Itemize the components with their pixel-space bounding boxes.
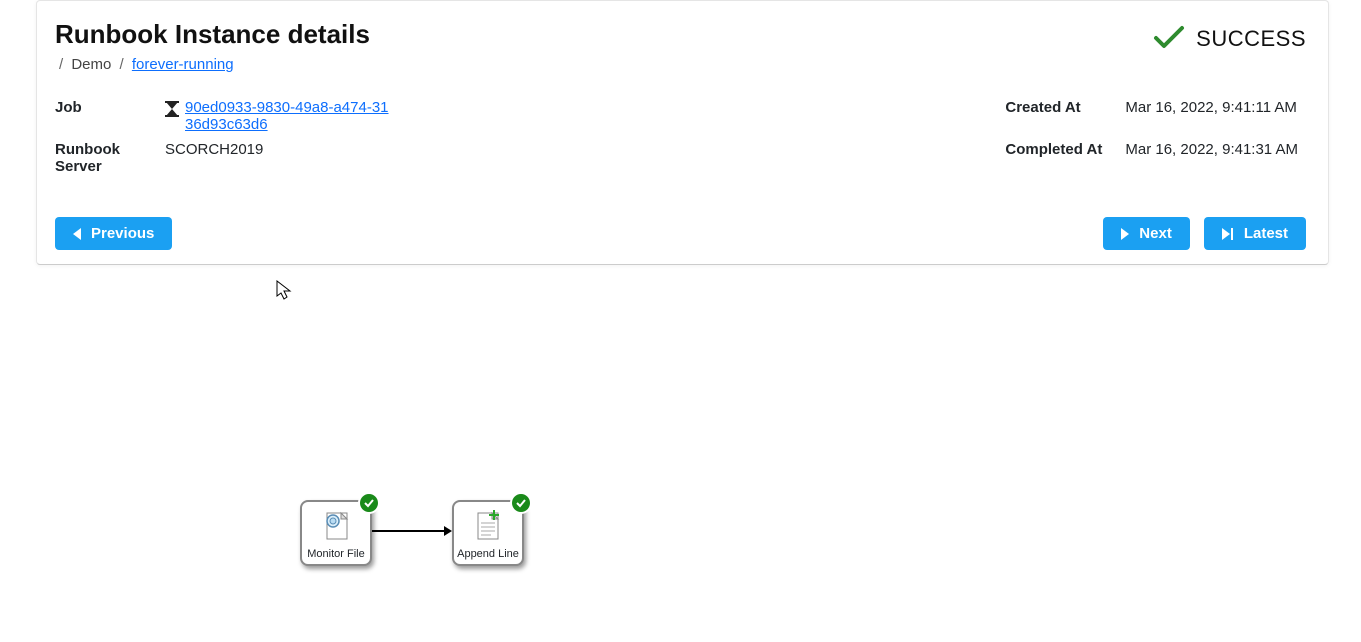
job-id-link[interactable]: 90ed0933-9830-49a8-a474-3136d93c63d6 — [185, 99, 395, 133]
check-icon — [1152, 23, 1186, 54]
activity-label: Append Line — [457, 548, 519, 560]
created-value: Mar 16, 2022, 9:41:11 AM — [1125, 95, 1306, 137]
details-left: Job 90ed0933-9830-49a8-a474-3136d93c63d6… — [55, 95, 403, 179]
hourglass-icon — [165, 101, 179, 121]
previous-button[interactable]: Previous — [55, 217, 172, 250]
created-label: Created At — [1005, 95, 1125, 137]
latest-label: Latest — [1244, 225, 1288, 242]
arrow-right-icon — [1121, 228, 1129, 240]
status-text: SUCCESS — [1196, 26, 1306, 52]
status-check-icon — [358, 492, 380, 514]
activity-monitor-file[interactable]: Monitor File — [300, 500, 372, 566]
previous-label: Previous — [91, 225, 154, 242]
activity-append-line[interactable]: Append Line — [452, 500, 524, 566]
details-right: Created At Mar 16, 2022, 9:41:11 AM Comp… — [1005, 95, 1306, 179]
arrow-left-icon — [73, 228, 81, 240]
connector-arrow-icon — [444, 526, 452, 536]
next-label: Next — [1139, 225, 1172, 242]
cursor-icon — [276, 280, 292, 303]
status-check-icon — [510, 492, 532, 514]
status-badge: SUCCESS — [1152, 23, 1306, 54]
append-line-icon — [473, 502, 503, 548]
server-label: Runbook Server — [55, 137, 165, 179]
page-title: Runbook Instance details — [55, 19, 370, 50]
completed-label: Completed At — [1005, 137, 1125, 179]
details-row: Job 90ed0933-9830-49a8-a474-3136d93c63d6… — [55, 95, 1306, 179]
breadcrumb-item-demo: Demo — [71, 56, 111, 73]
button-row: Previous Next Latest — [55, 217, 1306, 250]
activity-label: Monitor File — [307, 548, 364, 560]
job-label: Job — [55, 95, 165, 137]
monitor-file-icon — [321, 502, 351, 548]
connector-line — [372, 530, 444, 532]
latest-button[interactable]: Latest — [1204, 217, 1306, 250]
next-button[interactable]: Next — [1103, 217, 1190, 250]
title-block: Runbook Instance details / Demo / foreve… — [55, 19, 370, 73]
breadcrumb: / Demo / forever-running — [55, 56, 370, 73]
breadcrumb-sep: / — [59, 56, 63, 73]
skip-forward-icon — [1222, 228, 1234, 240]
completed-value: Mar 16, 2022, 9:41:31 AM — [1125, 137, 1306, 179]
breadcrumb-sep: / — [120, 56, 124, 73]
server-value: SCORCH2019 — [165, 137, 403, 179]
details-card: Runbook Instance details / Demo / foreve… — [36, 0, 1329, 265]
breadcrumb-item-runbook[interactable]: forever-running — [132, 56, 234, 73]
card-header: Runbook Instance details / Demo / foreve… — [55, 19, 1306, 73]
